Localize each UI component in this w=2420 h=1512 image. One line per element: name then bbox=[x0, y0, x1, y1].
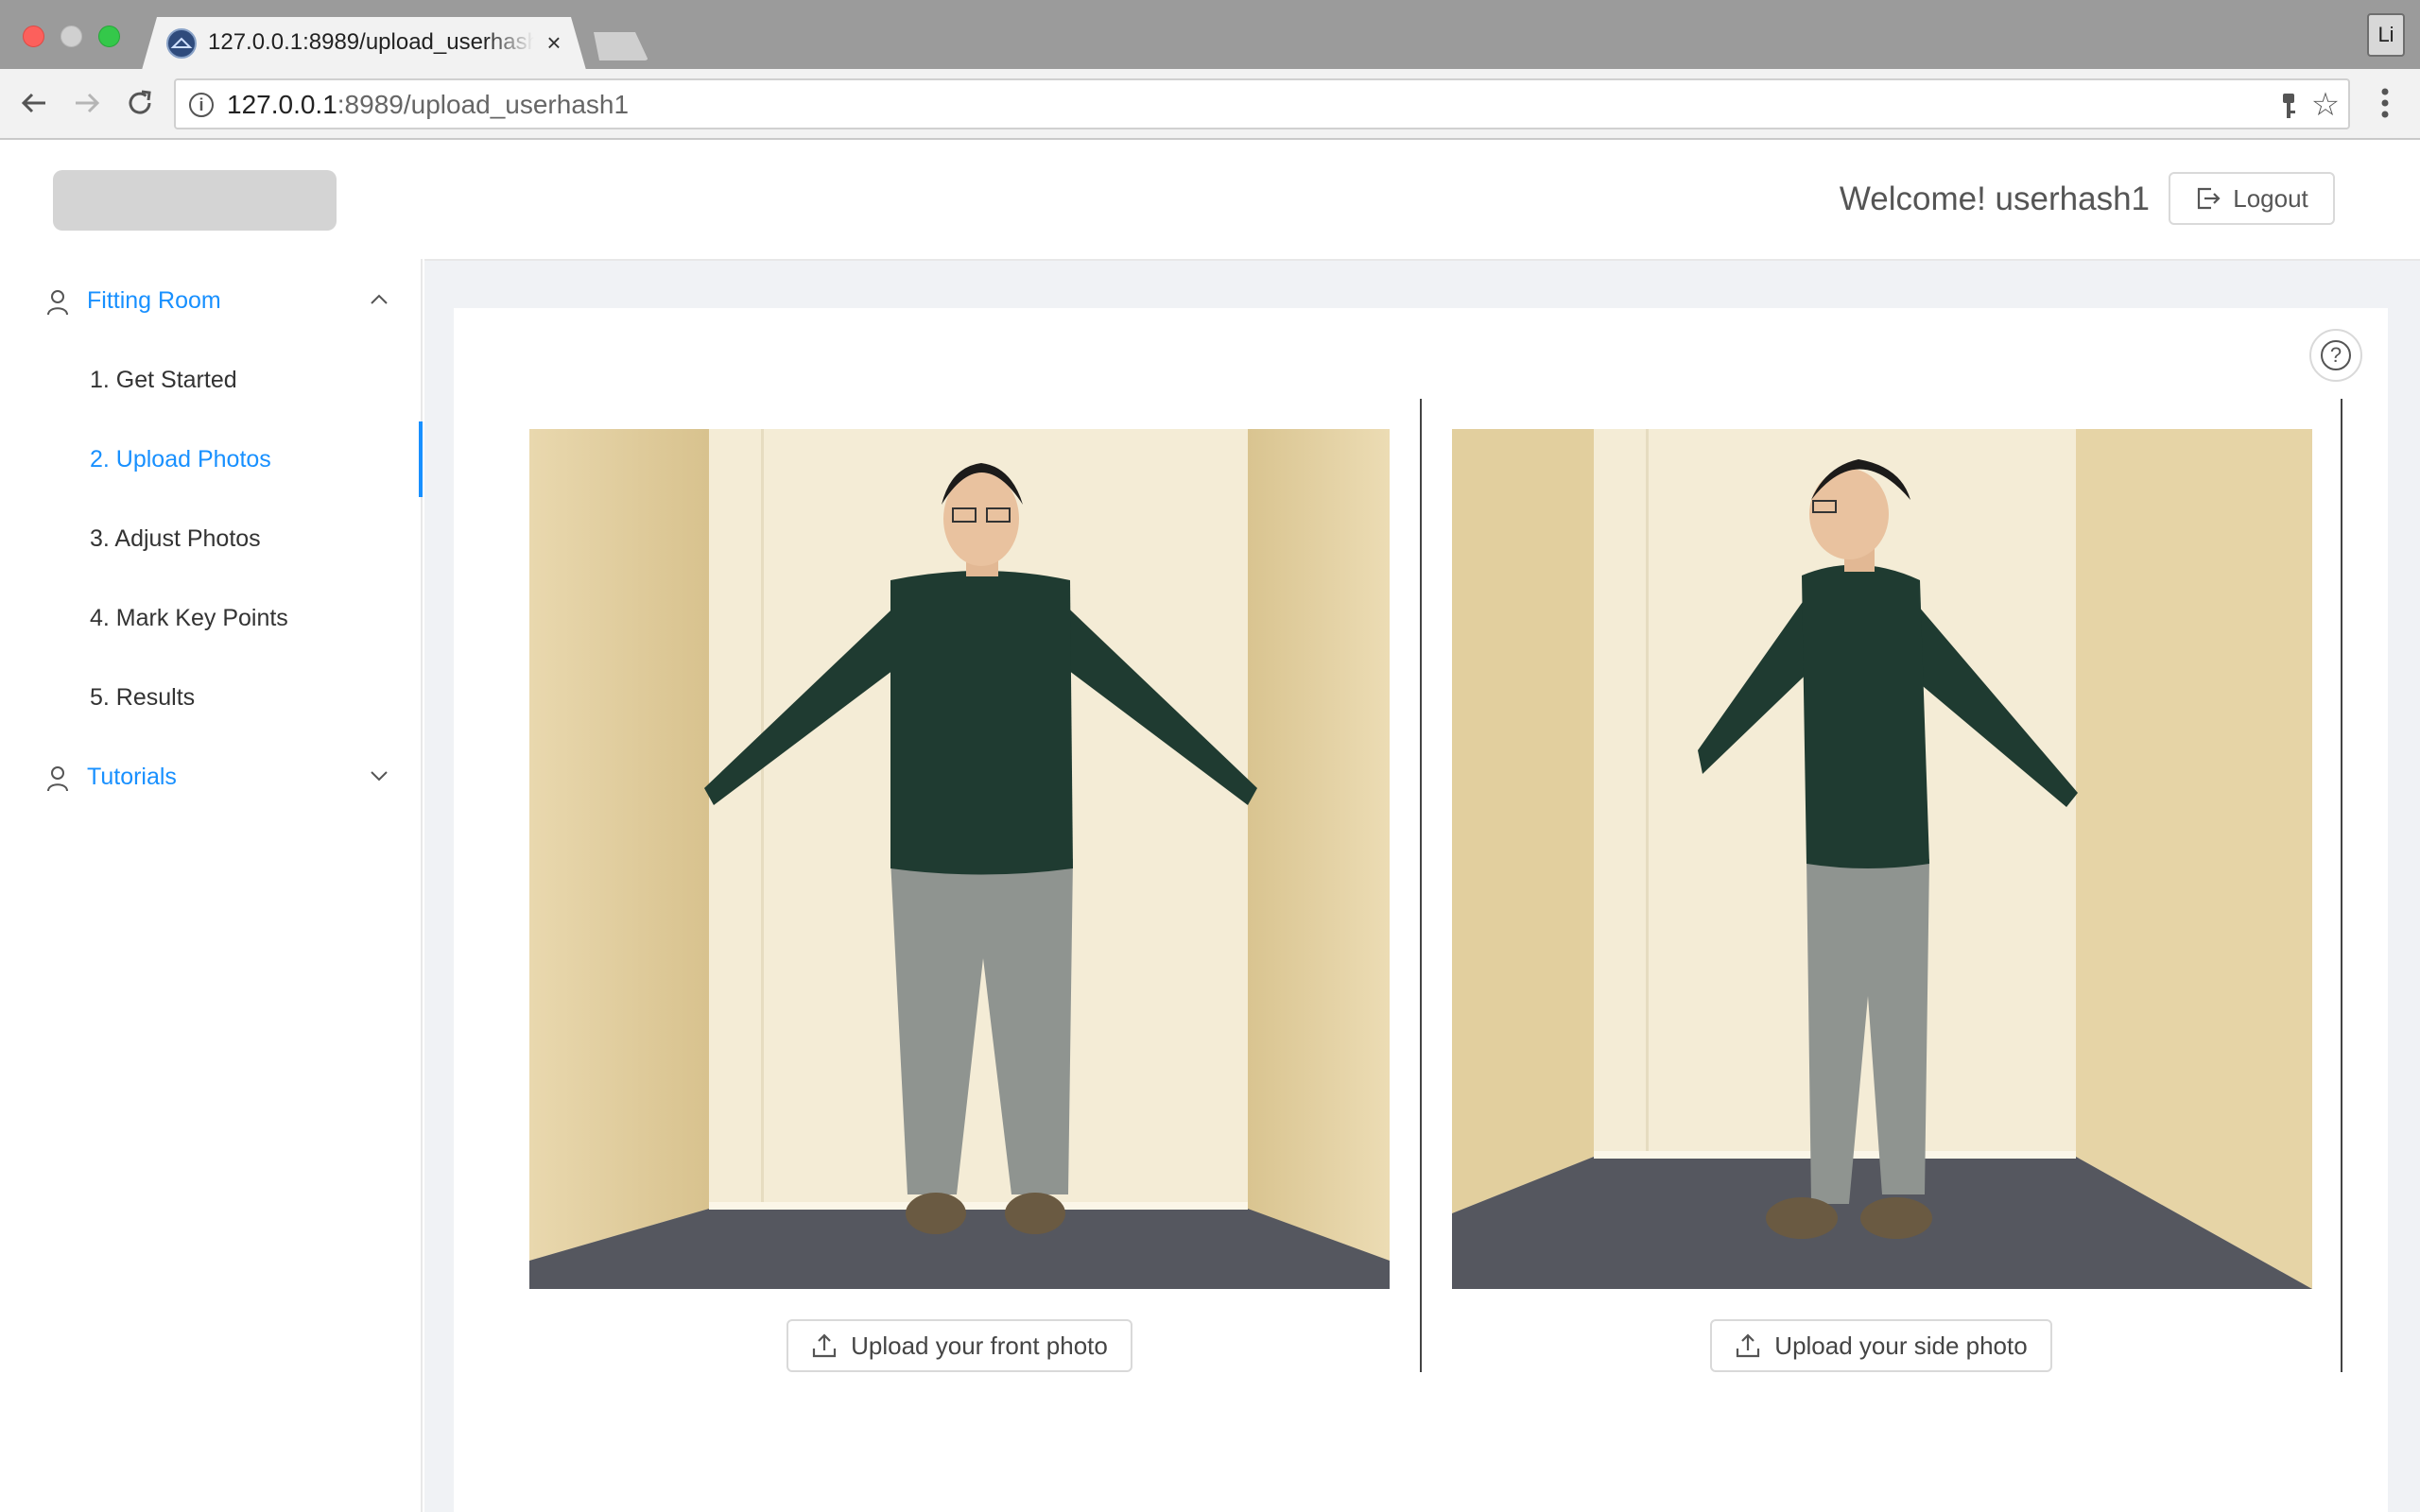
browser-toolbar: i 127.0.0.1:8989/upload_userhash1 ☆ bbox=[0, 69, 2420, 140]
back-arrow-icon[interactable] bbox=[15, 84, 53, 122]
new-tab-button[interactable] bbox=[586, 32, 648, 60]
app-header: Welcome! userhash1 Logout bbox=[0, 142, 2420, 259]
sidebar-item-label: 2. Upload Photos bbox=[90, 446, 271, 472]
url-path: :8989/upload_userhash1 bbox=[337, 90, 630, 119]
reload-icon[interactable] bbox=[121, 84, 159, 122]
submenu-label: Tutorials bbox=[87, 764, 177, 790]
upload-side-label: Upload your side photo bbox=[1774, 1331, 2028, 1360]
profile-button[interactable]: Li bbox=[2367, 13, 2405, 57]
bookmark-star-icon[interactable]: ☆ bbox=[2308, 88, 2342, 122]
sidebar-item-label: 3. Adjust Photos bbox=[90, 525, 261, 552]
question-icon: ? bbox=[2321, 340, 2351, 370]
sidebar-item-label: 1. Get Started bbox=[90, 367, 237, 393]
submenu-fitting-room[interactable]: Fitting Room bbox=[0, 263, 421, 338]
upload-icon bbox=[813, 1333, 837, 1358]
address-bar[interactable]: i 127.0.0.1:8989/upload_userhash1 ☆ bbox=[174, 78, 2350, 129]
sidebar-item-results[interactable]: 5. Results bbox=[0, 660, 421, 735]
tab-close-icon[interactable]: × bbox=[541, 26, 567, 59]
logo-placeholder bbox=[53, 170, 337, 231]
chevron-down-icon bbox=[371, 771, 388, 782]
front-photo bbox=[529, 429, 1390, 1289]
url-host: 127.0.0.1 bbox=[227, 90, 337, 119]
sidebar-item-label: 4. Mark Key Points bbox=[90, 605, 288, 631]
forward-arrow-icon[interactable] bbox=[68, 84, 106, 122]
photo-divider-right bbox=[2341, 399, 2342, 1372]
side-photo bbox=[1452, 429, 2312, 1289]
sidebar-item-adjust-photos[interactable]: 3. Adjust Photos bbox=[0, 501, 421, 576]
submenu-label: Fitting Room bbox=[87, 287, 221, 314]
browser-menu-icon[interactable] bbox=[2371, 84, 2399, 122]
user-icon bbox=[47, 290, 68, 316]
maximize-window-button[interactable] bbox=[98, 26, 120, 47]
sidebar-item-get-started[interactable]: 1. Get Started bbox=[0, 342, 421, 418]
sidebar-item-upload-photos[interactable]: 2. Upload Photos bbox=[0, 421, 423, 497]
logout-label: Logout bbox=[2233, 183, 2308, 213]
upload-icon bbox=[1737, 1333, 1760, 1358]
url-text[interactable]: 127.0.0.1:8989/upload_userhash1 bbox=[227, 86, 629, 124]
welcome-message: Welcome! userhash1 bbox=[1839, 180, 2150, 217]
upload-front-photo-button[interactable]: Upload your front photo bbox=[786, 1319, 1132, 1372]
minimize-window-button[interactable] bbox=[60, 26, 82, 47]
tab-title: 127.0.0.1:8989/upload_userhash1 bbox=[208, 29, 534, 55]
sidebar-item-mark-key-points[interactable]: 4. Mark Key Points bbox=[0, 580, 421, 656]
help-button[interactable]: ? bbox=[2309, 329, 2362, 382]
sidebar-menu: Fitting Room 1. Get Started 2. Upload Ph… bbox=[0, 259, 423, 1512]
submenu-tutorials[interactable]: Tutorials bbox=[0, 739, 421, 815]
active-indicator bbox=[419, 421, 423, 497]
logout-icon bbox=[2198, 187, 2221, 210]
site-info-icon[interactable]: i bbox=[189, 93, 214, 117]
sidebar-item-label: 5. Results bbox=[90, 684, 196, 711]
chevron-up-icon bbox=[371, 294, 388, 304]
browser-tab-strip: 127.0.0.1:8989/upload_userhash1 × Li bbox=[0, 0, 2420, 69]
upload-side-photo-button[interactable]: Upload your side photo bbox=[1710, 1319, 2052, 1372]
password-key-icon[interactable] bbox=[2276, 92, 2301, 120]
logout-button[interactable]: Logout bbox=[2169, 172, 2335, 225]
site-favicon-icon bbox=[166, 28, 197, 59]
upload-front-label: Upload your front photo bbox=[851, 1331, 1108, 1360]
close-window-button[interactable] bbox=[23, 26, 44, 47]
user-icon bbox=[47, 766, 68, 792]
photo-divider bbox=[1420, 399, 1422, 1372]
